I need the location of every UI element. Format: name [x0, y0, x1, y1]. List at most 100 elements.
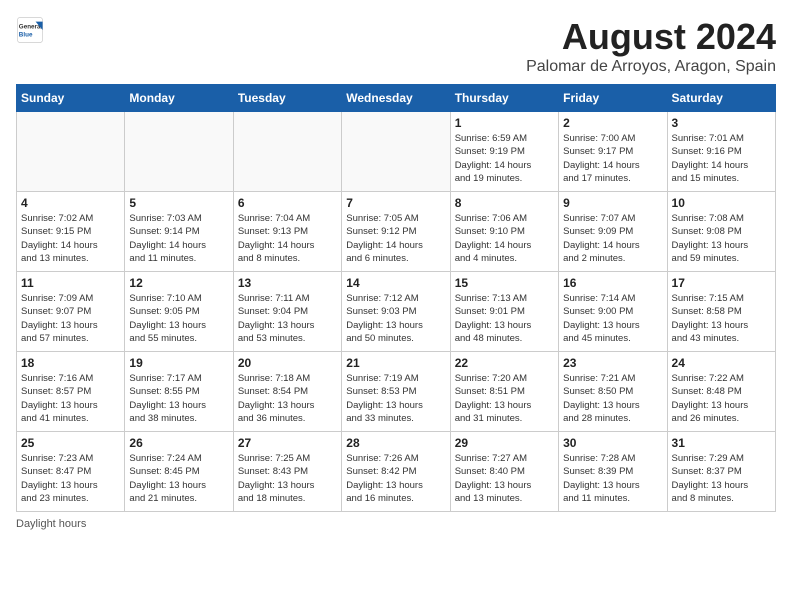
day-number: 12	[129, 276, 228, 290]
calendar-cell: 24 Sunrise: 7:22 AM Sunset: 8:48 PM Dayli…	[667, 352, 775, 432]
day-info: Sunrise: 7:00 AM Sunset: 9:17 PM Dayligh…	[563, 132, 662, 185]
footer-note: Daylight hours	[16, 518, 776, 530]
day-number: 25	[21, 436, 120, 450]
footer-text: Daylight hours	[16, 518, 86, 530]
day-number: 31	[672, 436, 771, 450]
svg-text:Blue: Blue	[19, 31, 33, 38]
day-number: 19	[129, 356, 228, 370]
day-info: Sunrise: 7:21 AM Sunset: 8:50 PM Dayligh…	[563, 372, 662, 425]
day-info: Sunrise: 7:12 AM Sunset: 9:03 PM Dayligh…	[346, 292, 445, 345]
calendar-cell	[342, 112, 450, 192]
day-number: 17	[672, 276, 771, 290]
day-info: Sunrise: 7:27 AM Sunset: 8:40 PM Dayligh…	[455, 452, 554, 505]
header-row: SundayMondayTuesdayWednesdayThursdayFrid…	[17, 85, 776, 112]
calendar-cell: 16 Sunrise: 7:14 AM Sunset: 9:00 PM Dayli…	[559, 272, 667, 352]
calendar-cell: 8 Sunrise: 7:06 AM Sunset: 9:10 PM Daylig…	[450, 192, 558, 272]
day-info: Sunrise: 7:04 AM Sunset: 9:13 PM Dayligh…	[238, 212, 337, 265]
calendar-week-row: 18Sunrise: 7:16 AM Sunset: 8:57 PM Dayli…	[17, 352, 776, 432]
day-info: Sunrise: 7:20 AM Sunset: 8:51 PM Dayligh…	[455, 372, 554, 425]
calendar-week-row: 1 Sunrise: 6:59 AM Sunset: 9:19 PM Daylig…	[17, 112, 776, 192]
day-info: Sunrise: 7:19 AM Sunset: 8:53 PM Dayligh…	[346, 372, 445, 425]
day-info: Sunrise: 6:59 AM Sunset: 9:19 PM Dayligh…	[455, 132, 554, 185]
day-number: 30	[563, 436, 662, 450]
day-number: 1	[455, 116, 554, 130]
day-header: Saturday	[667, 85, 775, 112]
day-number: 10	[672, 196, 771, 210]
header: General Blue August 2024 Palomar de Arro…	[16, 16, 776, 76]
day-info: Sunrise: 7:05 AM Sunset: 9:12 PM Dayligh…	[346, 212, 445, 265]
day-info: Sunrise: 7:10 AM Sunset: 9:05 PM Dayligh…	[129, 292, 228, 345]
calendar-cell	[125, 112, 233, 192]
calendar-cell: 11Sunrise: 7:09 AM Sunset: 9:07 PM Dayli…	[17, 272, 125, 352]
calendar-cell: 12 Sunrise: 7:10 AM Sunset: 9:05 PM Dayli…	[125, 272, 233, 352]
calendar-cell: 23 Sunrise: 7:21 AM Sunset: 8:50 PM Dayli…	[559, 352, 667, 432]
calendar-cell: 2 Sunrise: 7:00 AM Sunset: 9:17 PM Daylig…	[559, 112, 667, 192]
day-info: Sunrise: 7:01 AM Sunset: 9:16 PM Dayligh…	[672, 132, 771, 185]
day-number: 18	[21, 356, 120, 370]
day-number: 24	[672, 356, 771, 370]
day-number: 7	[346, 196, 445, 210]
day-info: Sunrise: 7:07 AM Sunset: 9:09 PM Dayligh…	[563, 212, 662, 265]
calendar-cell: 1 Sunrise: 6:59 AM Sunset: 9:19 PM Daylig…	[450, 112, 558, 192]
day-info: Sunrise: 7:29 AM Sunset: 8:37 PM Dayligh…	[672, 452, 771, 505]
calendar-cell: 19 Sunrise: 7:17 AM Sunset: 8:55 PM Dayli…	[125, 352, 233, 432]
calendar-cell: 28 Sunrise: 7:26 AM Sunset: 8:42 PM Dayli…	[342, 432, 450, 512]
calendar-cell: 29 Sunrise: 7:27 AM Sunset: 8:40 PM Dayli…	[450, 432, 558, 512]
calendar-week-row: 4Sunrise: 7:02 AM Sunset: 9:15 PM Daylig…	[17, 192, 776, 272]
day-info: Sunrise: 7:08 AM Sunset: 9:08 PM Dayligh…	[672, 212, 771, 265]
day-number: 11	[21, 276, 120, 290]
day-info: Sunrise: 7:11 AM Sunset: 9:04 PM Dayligh…	[238, 292, 337, 345]
calendar-cell: 18Sunrise: 7:16 AM Sunset: 8:57 PM Dayli…	[17, 352, 125, 432]
calendar-cell	[233, 112, 341, 192]
day-number: 29	[455, 436, 554, 450]
day-number: 13	[238, 276, 337, 290]
calendar-cell: 31 Sunrise: 7:29 AM Sunset: 8:37 PM Dayli…	[667, 432, 775, 512]
calendar-table: SundayMondayTuesdayWednesdayThursdayFrid…	[16, 84, 776, 512]
calendar-cell: 7 Sunrise: 7:05 AM Sunset: 9:12 PM Daylig…	[342, 192, 450, 272]
calendar-cell: 27Sunrise: 7:25 AM Sunset: 8:43 PM Dayli…	[233, 432, 341, 512]
day-number: 27	[238, 436, 337, 450]
day-info: Sunrise: 7:14 AM Sunset: 9:00 PM Dayligh…	[563, 292, 662, 345]
title-area: August 2024 Palomar de Arroyos, Aragon, …	[526, 16, 776, 76]
calendar-week-row: 25 Sunrise: 7:23 AM Sunset: 8:47 PM Dayli…	[17, 432, 776, 512]
day-info: Sunrise: 7:17 AM Sunset: 8:55 PM Dayligh…	[129, 372, 228, 425]
day-info: Sunrise: 7:03 AM Sunset: 9:14 PM Dayligh…	[129, 212, 228, 265]
day-info: Sunrise: 7:06 AM Sunset: 9:10 PM Dayligh…	[455, 212, 554, 265]
day-header: Friday	[559, 85, 667, 112]
day-number: 4	[21, 196, 120, 210]
day-number: 5	[129, 196, 228, 210]
day-number: 23	[563, 356, 662, 370]
calendar-cell: 5 Sunrise: 7:03 AM Sunset: 9:14 PM Daylig…	[125, 192, 233, 272]
calendar-cell: 21 Sunrise: 7:19 AM Sunset: 8:53 PM Dayli…	[342, 352, 450, 432]
day-info: Sunrise: 7:26 AM Sunset: 8:42 PM Dayligh…	[346, 452, 445, 505]
calendar-cell: 17Sunrise: 7:15 AM Sunset: 8:58 PM Dayli…	[667, 272, 775, 352]
calendar-cell: 15Sunrise: 7:13 AM Sunset: 9:01 PM Dayli…	[450, 272, 558, 352]
day-number: 8	[455, 196, 554, 210]
day-header: Sunday	[17, 85, 125, 112]
day-number: 2	[563, 116, 662, 130]
day-number: 28	[346, 436, 445, 450]
day-number: 3	[672, 116, 771, 130]
day-number: 21	[346, 356, 445, 370]
day-header: Wednesday	[342, 85, 450, 112]
calendar-cell: 10 Sunrise: 7:08 AM Sunset: 9:08 PM Dayli…	[667, 192, 775, 272]
day-info: Sunrise: 7:23 AM Sunset: 8:47 PM Dayligh…	[21, 452, 120, 505]
day-number: 16	[563, 276, 662, 290]
calendar-cell: 9Sunrise: 7:07 AM Sunset: 9:09 PM Daylig…	[559, 192, 667, 272]
calendar-week-row: 11Sunrise: 7:09 AM Sunset: 9:07 PM Dayli…	[17, 272, 776, 352]
day-info: Sunrise: 7:24 AM Sunset: 8:45 PM Dayligh…	[129, 452, 228, 505]
day-info: Sunrise: 7:22 AM Sunset: 8:48 PM Dayligh…	[672, 372, 771, 425]
day-info: Sunrise: 7:18 AM Sunset: 8:54 PM Dayligh…	[238, 372, 337, 425]
day-number: 14	[346, 276, 445, 290]
day-header: Thursday	[450, 85, 558, 112]
calendar-cell: 13 Sunrise: 7:11 AM Sunset: 9:04 PM Dayli…	[233, 272, 341, 352]
calendar-cell: 26Sunrise: 7:24 AM Sunset: 8:45 PM Dayli…	[125, 432, 233, 512]
subtitle: Palomar de Arroyos, Aragon, Spain	[526, 58, 776, 76]
calendar-cell: 25 Sunrise: 7:23 AM Sunset: 8:47 PM Dayli…	[17, 432, 125, 512]
calendar-cell: 3 Sunrise: 7:01 AM Sunset: 9:16 PM Daylig…	[667, 112, 775, 192]
day-header: Tuesday	[233, 85, 341, 112]
day-number: 22	[455, 356, 554, 370]
main-title: August 2024	[526, 16, 776, 58]
day-number: 20	[238, 356, 337, 370]
day-number: 15	[455, 276, 554, 290]
